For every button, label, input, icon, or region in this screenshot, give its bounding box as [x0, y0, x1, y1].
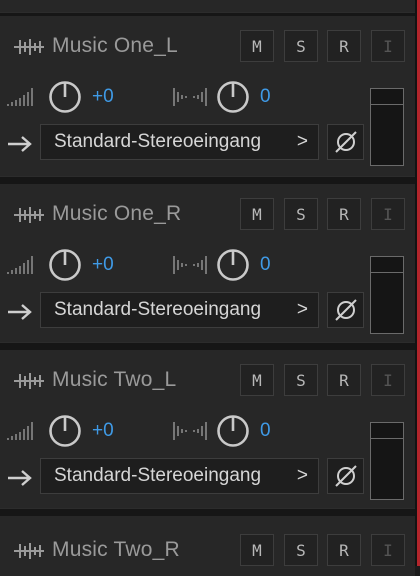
right-arrow-icon [8, 470, 32, 486]
record-arm-button[interactable]: R [327, 30, 361, 62]
solo-button[interactable]: S [284, 30, 318, 62]
pan-value[interactable]: 0 [260, 86, 271, 108]
input-label: Standard-Stereoeingang [54, 299, 262, 320]
panel-top [0, 0, 415, 12]
right-arrow-icon [8, 304, 32, 320]
volume-pan-row: +0 0 [0, 246, 360, 284]
input-monitor-button[interactable]: I [371, 534, 405, 566]
chevron-right-icon: > [296, 299, 308, 320]
mute-button[interactable]: M [240, 30, 274, 62]
volume-pan-row: +0 0 [0, 412, 360, 450]
phase-invert-button[interactable] [327, 458, 364, 494]
waveform-icon [14, 543, 44, 559]
waveform-icon [14, 373, 44, 389]
phase-invert-button[interactable] [327, 292, 364, 328]
track-name-row: Music One_L M S R I [0, 30, 415, 64]
phase-invert-icon [335, 131, 357, 153]
record-arm-button[interactable]: R [327, 364, 361, 396]
level-meter [370, 422, 404, 500]
phase-invert-icon [335, 299, 357, 321]
input-select[interactable]: Standard-Stereoeingang > [40, 292, 319, 328]
volume-ramp-icon [7, 256, 33, 274]
volume-knob[interactable] [48, 80, 82, 114]
volume-value[interactable]: +0 [92, 254, 114, 276]
pan-knob[interactable] [216, 414, 250, 448]
pan-value[interactable]: 0 [260, 254, 271, 276]
waveform-icon [14, 207, 44, 223]
pan-bars-icon [173, 256, 207, 274]
volume-knob[interactable] [48, 248, 82, 282]
input-row: Standard-Stereoeingang > [0, 124, 415, 164]
track-list: Music One_L M S R I +0 0 Standard-Stereo… [0, 0, 415, 576]
input-monitor-button[interactable]: I [371, 364, 405, 396]
input-label: Standard-Stereoeingang [54, 131, 262, 152]
chevron-right-icon: > [296, 465, 308, 486]
track-name[interactable]: Music One_R [52, 202, 181, 226]
solo-button[interactable]: S [284, 364, 318, 396]
phase-invert-button[interactable] [327, 124, 364, 160]
mute-button[interactable]: M [240, 198, 274, 230]
volume-ramp-icon [7, 88, 33, 106]
track-name-row: Music One_R M S R I [0, 198, 415, 232]
track-name[interactable]: Music One_L [52, 34, 178, 58]
volume-value[interactable]: +0 [92, 86, 114, 108]
chevron-right-icon: > [296, 131, 308, 152]
track-header: Music Two_R M S R I [0, 516, 415, 576]
track-name-row: Music Two_R M S R I [0, 534, 415, 568]
track-header: Music One_L M S R I +0 0 Standard-Stereo… [0, 16, 415, 176]
pan-bars-icon [173, 422, 207, 440]
record-arm-button[interactable]: R [327, 198, 361, 230]
waveform-icon [14, 39, 44, 55]
input-monitor-button[interactable]: I [371, 30, 405, 62]
solo-button[interactable]: S [284, 198, 318, 230]
track-name[interactable]: Music Two_L [52, 368, 176, 392]
track-separator [0, 342, 415, 350]
volume-ramp-icon [7, 422, 33, 440]
mute-button[interactable]: M [240, 534, 274, 566]
volume-pan-row: +0 0 [0, 78, 360, 116]
track-separator [0, 176, 415, 184]
pan-value[interactable]: 0 [260, 420, 271, 442]
pan-knob[interactable] [216, 80, 250, 114]
track-separator [0, 508, 415, 516]
input-row: Standard-Stereoeingang > [0, 458, 415, 498]
track-header: Music One_R M S R I +0 0 Standard-Stereo… [0, 184, 415, 342]
record-arm-button[interactable]: R [327, 534, 361, 566]
solo-button[interactable]: S [284, 534, 318, 566]
input-select[interactable]: Standard-Stereoeingang > [40, 458, 319, 494]
input-select[interactable]: Standard-Stereoeingang > [40, 124, 319, 160]
level-meter [370, 88, 404, 166]
phase-invert-icon [335, 465, 357, 487]
volume-knob[interactable] [48, 414, 82, 448]
level-meter [370, 256, 404, 334]
input-monitor-button[interactable]: I [371, 198, 405, 230]
track-name[interactable]: Music Two_R [52, 538, 180, 562]
pan-knob[interactable] [216, 248, 250, 282]
pan-bars-icon [173, 88, 207, 106]
track-header: Music Two_L M S R I +0 0 Standard-Stereo… [0, 350, 415, 508]
mute-button[interactable]: M [240, 364, 274, 396]
right-arrow-icon [8, 136, 32, 152]
volume-value[interactable]: +0 [92, 420, 114, 442]
track-name-row: Music Two_L M S R I [0, 364, 415, 398]
input-label: Standard-Stereoeingang [54, 465, 262, 486]
input-row: Standard-Stereoeingang > [0, 292, 415, 332]
